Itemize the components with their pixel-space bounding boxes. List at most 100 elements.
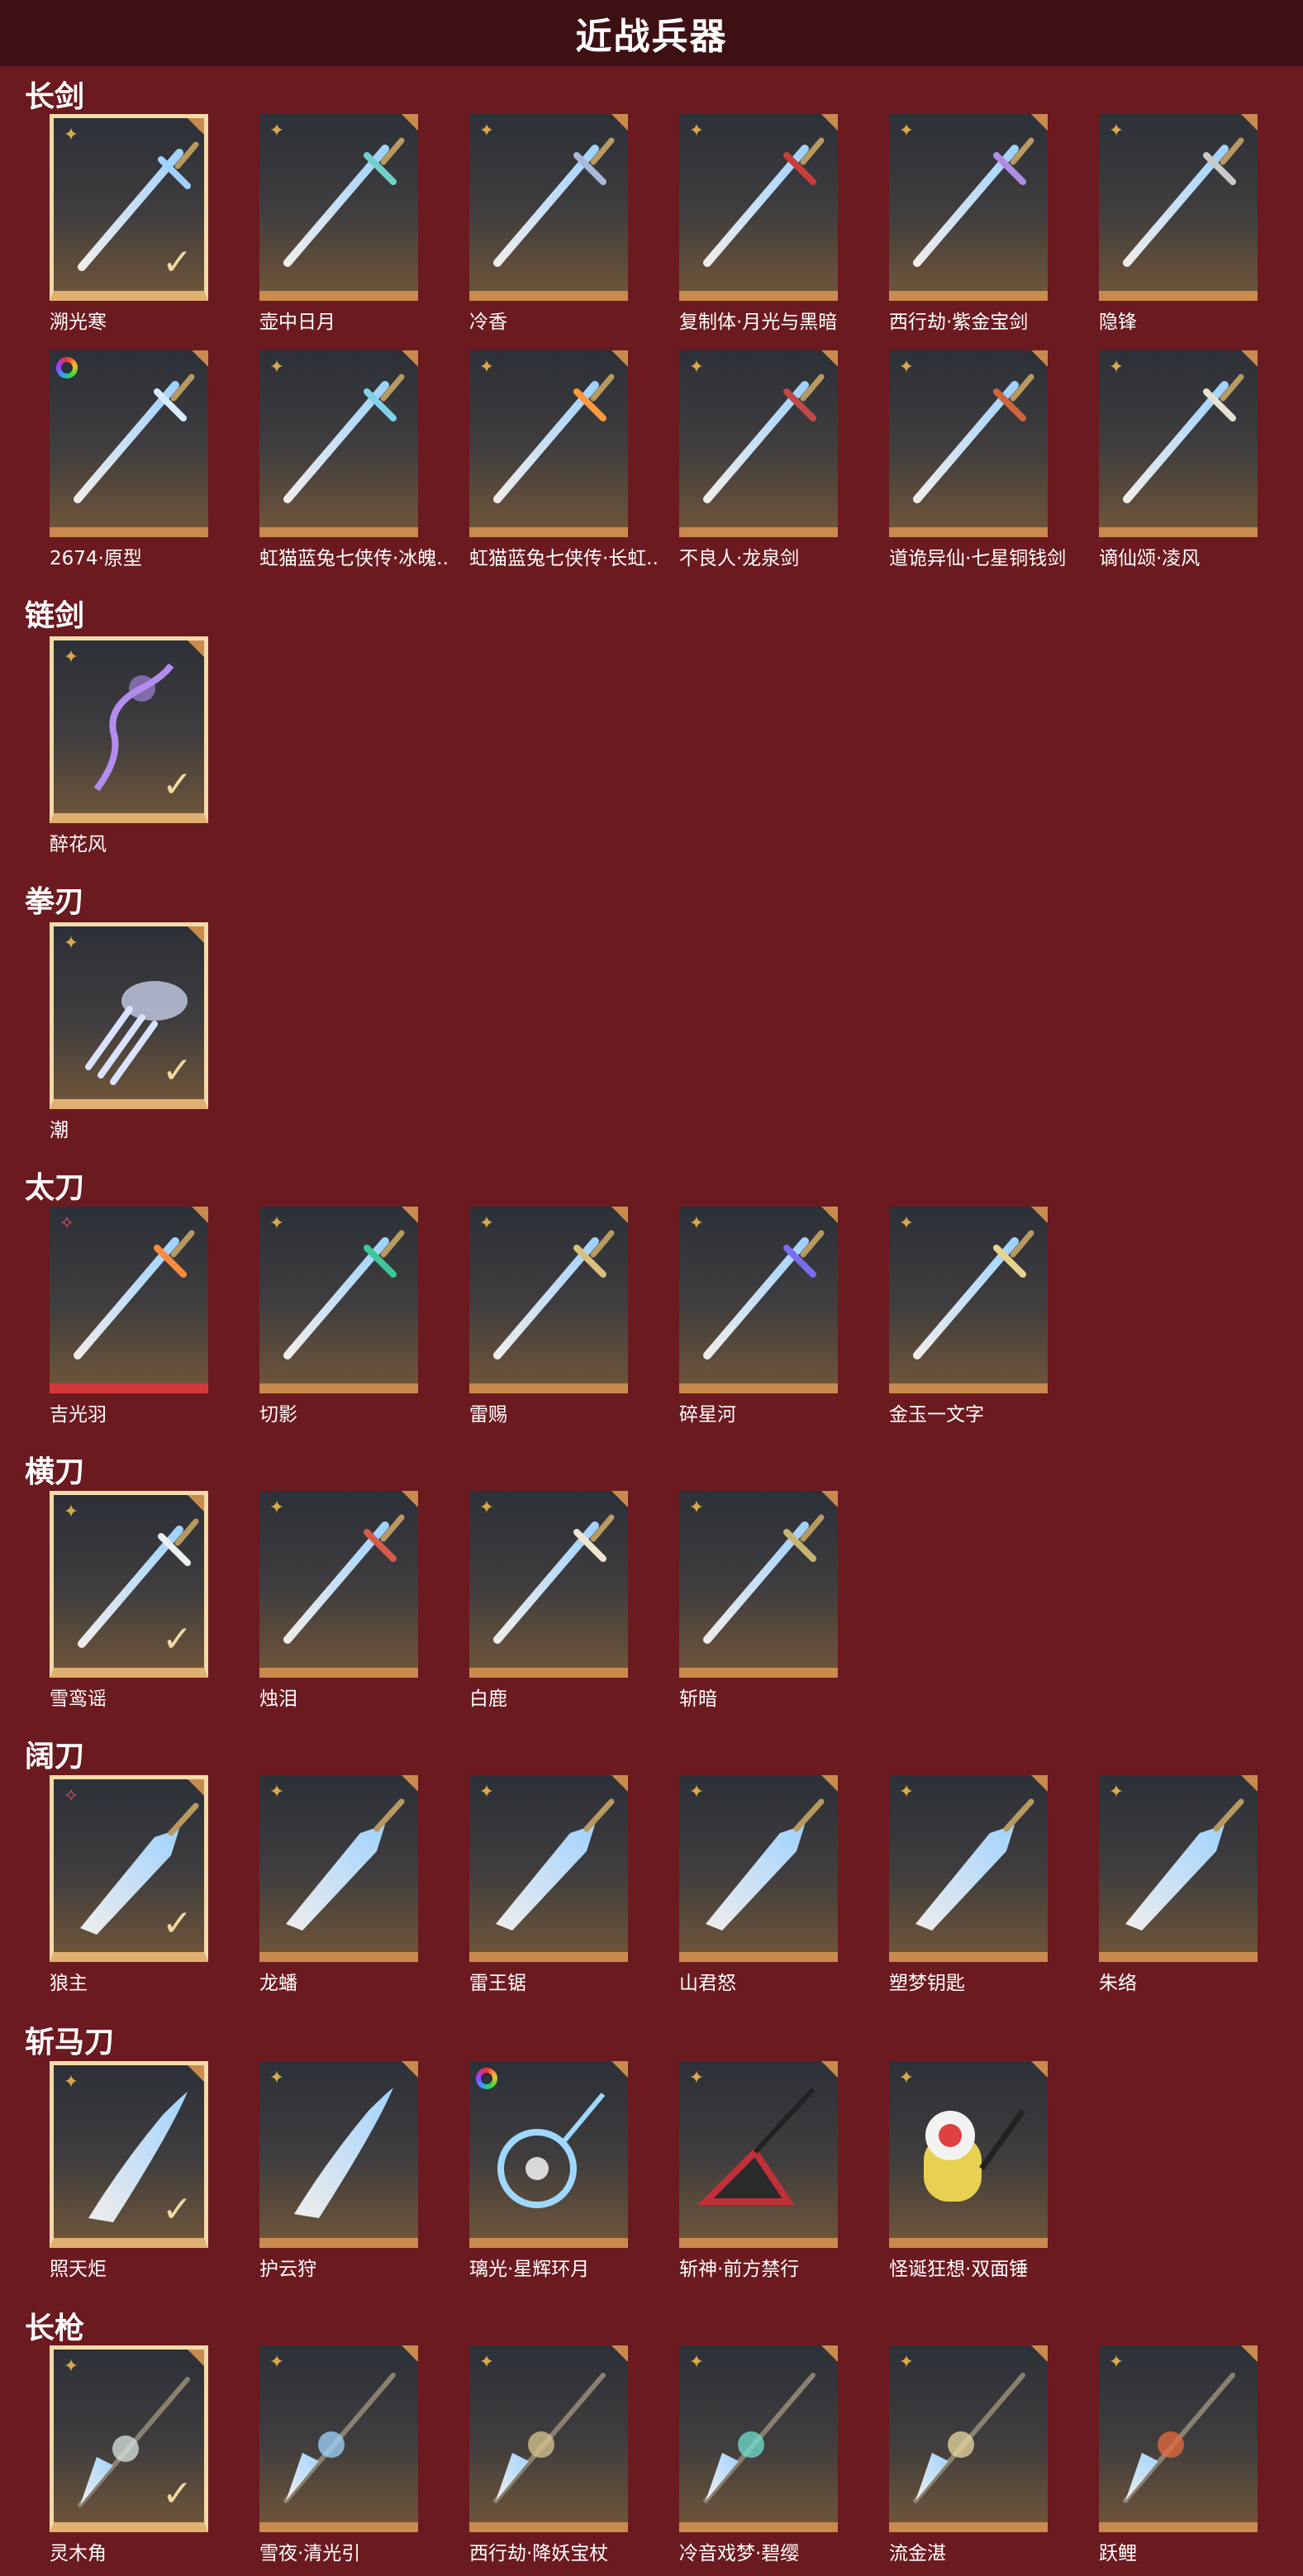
weapon-card[interactable]: ✦ 谪仙颂·凌风	[1099, 350, 1258, 569]
weapon-thumbnail[interactable]	[50, 350, 208, 537]
weapon-thumbnail[interactable]: ✦	[469, 1775, 628, 1962]
weapon-thumbnail[interactable]	[469, 2061, 628, 2248]
weapon-thumbnail[interactable]: ✦	[1099, 114, 1258, 301]
weapon-thumbnail[interactable]: ✦ ✓	[50, 636, 208, 823]
weapon-card[interactable]: 璃光·星辉环月	[469, 2061, 628, 2280]
weapon-name: 雷王锯	[469, 1973, 526, 1994]
weapon-thumbnail[interactable]: ✦	[889, 350, 1048, 537]
weapon-name: 斩暗	[679, 1688, 717, 1710]
weapon-card[interactable]: ✦ 切影	[259, 1207, 418, 1426]
weapon-card[interactable]: ✦ 道诡异仙·七星铜钱剑	[889, 350, 1066, 569]
weapon-name: 隐锋	[1099, 312, 1137, 333]
weapon-card[interactable]: ✦ 西行劫·降妖宝杖	[469, 2345, 628, 2564]
weapon-thumbnail[interactable]: ✦	[1099, 2345, 1258, 2532]
corner-tag-icon	[402, 1491, 418, 1507]
weapon-art-icon	[1109, 367, 1248, 516]
weapon-name: 护云狩	[259, 2259, 316, 2280]
weapon-thumbnail[interactable]: ✦	[259, 114, 418, 301]
weapon-thumbnail[interactable]: ✦	[469, 114, 628, 301]
weapon-card[interactable]: ✦ 冷音戏梦·碧缨	[679, 2345, 838, 2564]
weapon-name: 狼主	[50, 1973, 88, 1994]
corner-tag-icon	[188, 2065, 204, 2082]
weapon-thumbnail[interactable]: ✦ ✓	[50, 922, 208, 1109]
weapon-thumbnail[interactable]: ✦	[889, 2345, 1048, 2532]
weapon-card[interactable]: ✦ 护云狩	[259, 2061, 418, 2280]
weapon-card[interactable]: ✦ 碎星河	[679, 1207, 838, 1426]
weapon-thumbnail[interactable]: ✦	[679, 1491, 838, 1678]
weapon-card[interactable]: ✦ 金玉一文字	[889, 1207, 1048, 1426]
weapon-card[interactable]: ✦ 雷王锯	[469, 1775, 628, 1994]
weapon-thumbnail[interactable]: ✦	[1099, 350, 1258, 537]
weapon-card[interactable]: ✦ 虹猫蓝兔七侠传·长虹..	[469, 350, 659, 569]
weapon-card[interactable]: ✦ 西行劫·紫金宝剑	[889, 114, 1048, 333]
weapon-thumbnail[interactable]: ✦	[469, 2345, 628, 2532]
weapon-card[interactable]: ✦ ✓ 雪鸾谣	[50, 1491, 208, 1710]
weapon-card[interactable]: ✦ 虹猫蓝兔七侠传·冰魄..	[259, 350, 449, 569]
weapon-card[interactable]: ✦ 斩暗	[679, 1491, 838, 1710]
weapon-thumbnail[interactable]: ✦	[259, 1491, 418, 1678]
weapon-thumbnail[interactable]: ✦ ✓	[50, 114, 208, 301]
weapon-thumbnail[interactable]: ✦	[679, 350, 838, 537]
weapon-thumbnail[interactable]: ✦	[679, 2061, 838, 2248]
weapon-card[interactable]: ✦ 龙蟠	[259, 1775, 418, 1994]
corner-tag-icon	[1031, 114, 1048, 131]
weapon-thumbnail[interactable]: ✦	[469, 350, 628, 537]
weapon-card[interactable]: ✦ 隐锋	[1099, 114, 1258, 333]
weapon-card[interactable]: ✦ ✓ 照天炬	[50, 2061, 208, 2280]
weapon-thumbnail[interactable]: ✦ ✓	[50, 1491, 208, 1678]
weapon-thumbnail[interactable]: ✦	[889, 1207, 1048, 1393]
weapon-thumbnail[interactable]: ✦	[679, 1775, 838, 1962]
weapon-card[interactable]: ✦ 雪夜·清光引	[259, 2345, 418, 2564]
weapon-card[interactable]: 2674·原型	[50, 350, 208, 569]
weapon-thumbnail[interactable]: ✦ ✓	[50, 2061, 208, 2248]
weapon-art-icon	[479, 1792, 618, 1940]
weapon-card[interactable]: ✦ ✓ 醉花风	[50, 636, 208, 855]
weapon-thumbnail[interactable]: ✧ ✓	[50, 1775, 208, 1962]
weapon-card[interactable]: ✦ ✓ 溯光寒	[50, 114, 208, 333]
weapon-card[interactable]: ✦ 怪诞狂想·双面锤	[889, 2061, 1048, 2280]
weapon-card[interactable]: ✦ 雷赐	[469, 1207, 628, 1426]
corner-tag-icon	[402, 2345, 418, 2362]
weapon-card[interactable]: ✦ 山君怒	[679, 1775, 838, 1994]
weapon-card[interactable]: ✦ 朱络	[1099, 1775, 1258, 1994]
weapon-card[interactable]: ✦ 烛泪	[259, 1491, 418, 1710]
weapon-card[interactable]: ✦ 复制体·月光与黑暗	[679, 114, 838, 333]
weapon-thumbnail[interactable]: ✦	[469, 1491, 628, 1678]
weapon-thumbnail[interactable]: ✦	[1099, 1775, 1258, 1962]
weapon-card[interactable]: ✦ 斩神·前方禁行	[679, 2061, 838, 2280]
weapon-card[interactable]: ✦ ✓ 灵木角	[50, 2345, 208, 2564]
weapon-thumbnail[interactable]: ✦ ✓	[50, 2345, 208, 2532]
weapon-thumbnail[interactable]: ✦	[259, 1207, 418, 1393]
weapon-card[interactable]: ✦ 不良人·龙泉剑	[679, 350, 838, 569]
weapon-card[interactable]: ✦ 冷香	[469, 114, 628, 333]
weapon-thumbnail[interactable]: ✦	[469, 1207, 628, 1393]
weapon-card[interactable]: ✦ ✓ 潮	[50, 922, 208, 1141]
section-title: 斩马刀	[25, 2026, 115, 2059]
weapon-card[interactable]: ✦ 塑梦钥匙	[889, 1775, 1048, 1994]
weapon-thumbnail[interactable]: ✦	[889, 2061, 1048, 2248]
weapon-art-icon	[479, 1223, 618, 1372]
weapon-art-icon	[689, 1507, 828, 1656]
weapon-thumbnail[interactable]: ✦	[259, 2345, 418, 2532]
weapon-thumbnail[interactable]: ✦	[679, 1207, 838, 1393]
weapon-thumbnail[interactable]: ✦	[259, 1775, 418, 1962]
weapon-art-icon	[269, 1507, 408, 1656]
weapon-card[interactable]: ✧ ✓ 狼主	[50, 1775, 208, 1994]
weapon-thumbnail[interactable]: ✦	[679, 114, 838, 301]
weapon-card[interactable]: ✦ 壶中日月	[259, 114, 418, 333]
weapon-thumbnail[interactable]: ✧	[50, 1207, 208, 1393]
weapon-card[interactable]: ✦ 跃鲤	[1099, 2345, 1258, 2564]
corner-tag-icon	[611, 1491, 628, 1507]
weapon-name: 跃鲤	[1099, 2543, 1137, 2564]
weapon-thumbnail[interactable]: ✦	[889, 1775, 1048, 1962]
weapon-name: 雷赐	[469, 1404, 507, 1426]
section-title: 拳刃	[25, 885, 85, 919]
weapon-thumbnail[interactable]: ✦	[259, 350, 418, 537]
weapon-card[interactable]: ✧ 吉光羽	[50, 1207, 208, 1426]
corner-tag-icon	[821, 350, 838, 367]
weapon-card[interactable]: ✦ 流金湛	[889, 2345, 1048, 2564]
weapon-thumbnail[interactable]: ✦	[889, 114, 1048, 301]
weapon-card[interactable]: ✦ 白鹿	[469, 1491, 628, 1710]
weapon-thumbnail[interactable]: ✦	[679, 2345, 838, 2532]
weapon-thumbnail[interactable]: ✦	[259, 2061, 418, 2248]
